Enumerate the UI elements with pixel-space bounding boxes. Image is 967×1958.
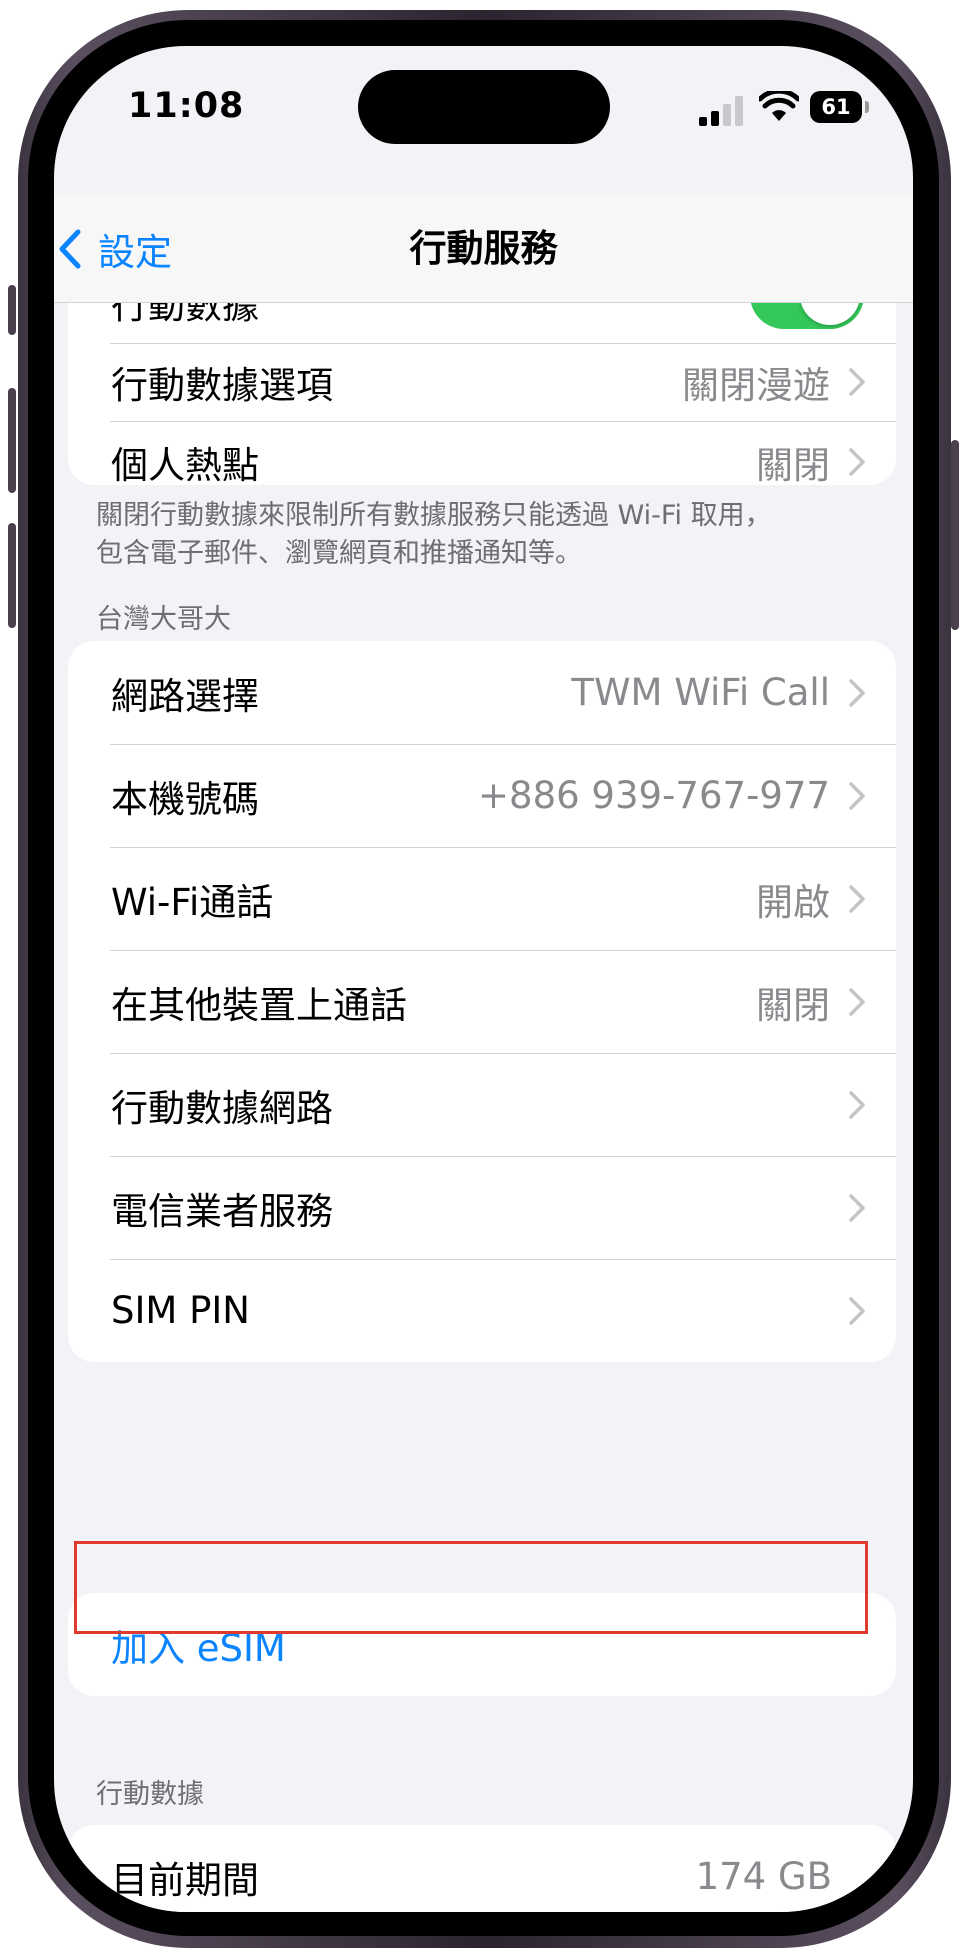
network-selection-row[interactable]: 網路選擇 TWM WiFi Call	[68, 641, 896, 744]
toggle-knob	[800, 303, 860, 325]
personal-hotspot-row[interactable]: 個人熱點 關閉	[68, 421, 896, 485]
navigation-bar: 行動服務 設定	[54, 196, 913, 303]
footnote-line: 包含電子郵件、瀏覽網頁和推播通知等。	[96, 538, 582, 569]
chevron-right-icon	[849, 1296, 865, 1325]
carrier-services-row[interactable]: 電信業者服務	[68, 1156, 896, 1259]
back-label: 設定	[98, 231, 172, 274]
chevron-right-icon	[849, 1090, 865, 1119]
status-bar: 11:08 61	[54, 46, 913, 196]
row-label: 電信業者服務	[111, 1189, 333, 1233]
row-label: SIM PIN	[111, 1289, 250, 1332]
dynamic-island	[358, 70, 610, 144]
cellular-data-options-row[interactable]: 行動數據選項 關閉漫遊	[68, 343, 896, 421]
row-label: 個人熱點	[111, 444, 259, 485]
chevron-right-icon	[849, 448, 865, 476]
data-usage-group: 目前期間 174 GB	[68, 1825, 896, 1912]
row-value: 關閉漫遊	[682, 364, 830, 407]
row-value: +886 939-767-977	[478, 774, 830, 817]
battery-cap	[865, 101, 869, 113]
row-value: 關閉	[756, 444, 830, 485]
chevron-right-icon	[849, 884, 865, 913]
phone-screen: 11:08 61 行動服務 設定 行動數據 行動數據選項 關閉漫遊 個人熱點 關…	[54, 46, 913, 1912]
row-label: 目前期間	[111, 1858, 259, 1902]
sim-pin-row[interactable]: SIM PIN	[68, 1259, 896, 1362]
page-title: 行動服務	[409, 227, 558, 270]
my-number-row[interactable]: 本機號碼 +886 939-767-977	[68, 744, 896, 847]
row-label: 行動數據選項	[111, 364, 333, 407]
add-esim-button[interactable]: 加入 eSIM	[68, 1593, 896, 1696]
row-value: 174 GB	[695, 1855, 832, 1898]
footnote-line: 關閉行動數據來限制所有數據服務只能透過 Wi-Fi 取用，	[96, 500, 772, 531]
carrier-group: 網路選擇 TWM WiFi Call 本機號碼 +886 939-767-977…	[68, 641, 896, 1362]
carrier-section-header: 台灣大哥大	[96, 604, 231, 635]
row-value: TWM WiFi Call	[571, 671, 830, 714]
data-usage-section-header: 行動數據	[96, 1779, 204, 1810]
calls-on-other-devices-row[interactable]: 在其他裝置上通話 關閉	[68, 950, 896, 1053]
row-label: 網路選擇	[111, 674, 259, 718]
row-label: Wi-Fi通話	[111, 880, 274, 924]
status-time: 11:08	[128, 86, 245, 126]
row-value: 關閉	[756, 983, 830, 1027]
esim-group: 加入 eSIM	[68, 1593, 896, 1696]
cellular-data-footnote: 關閉行動數據來限制所有數據服務只能透過 Wi-Fi 取用， 包含電子郵件、瀏覽網…	[96, 497, 856, 573]
battery-icon: 61	[810, 91, 862, 123]
chevron-right-icon	[849, 678, 865, 707]
back-button[interactable]: 設定	[54, 196, 172, 302]
add-esim-label: 加入 eSIM	[111, 1626, 286, 1670]
chevron-left-icon	[59, 229, 81, 269]
cellular-signal-icon	[699, 96, 745, 126]
action-button	[8, 285, 16, 335]
volume-down-button	[8, 523, 16, 628]
chevron-right-icon	[849, 987, 865, 1016]
wifi-icon	[759, 91, 799, 121]
cellular-data-toggle[interactable]	[750, 303, 864, 329]
row-label: 行動數據	[111, 303, 259, 327]
row-label: 本機號碼	[111, 777, 259, 821]
cellular-data-group: 行動數據 行動數據選項 關閉漫遊 個人熱點 關閉	[68, 303, 896, 485]
wifi-calling-row[interactable]: Wi-Fi通話 開啟	[68, 847, 896, 950]
power-button	[951, 440, 959, 630]
chevron-right-icon	[849, 781, 865, 810]
current-period-row: 目前期間 174 GB	[68, 1825, 896, 1912]
row-label: 在其他裝置上通話	[111, 983, 407, 1027]
cellular-data-row: 行動數據	[68, 303, 896, 343]
volume-up-button	[8, 388, 16, 493]
settings-list[interactable]: 行動數據 行動數據選項 關閉漫遊 個人熱點 關閉 關閉行動數據來限制所有數據服務…	[54, 303, 913, 1912]
chevron-right-icon	[849, 368, 865, 396]
row-label: 行動數據網路	[111, 1086, 333, 1130]
chevron-right-icon	[849, 1193, 865, 1222]
row-value: 開啟	[756, 880, 830, 924]
cellular-data-network-row[interactable]: 行動數據網路	[68, 1053, 896, 1156]
